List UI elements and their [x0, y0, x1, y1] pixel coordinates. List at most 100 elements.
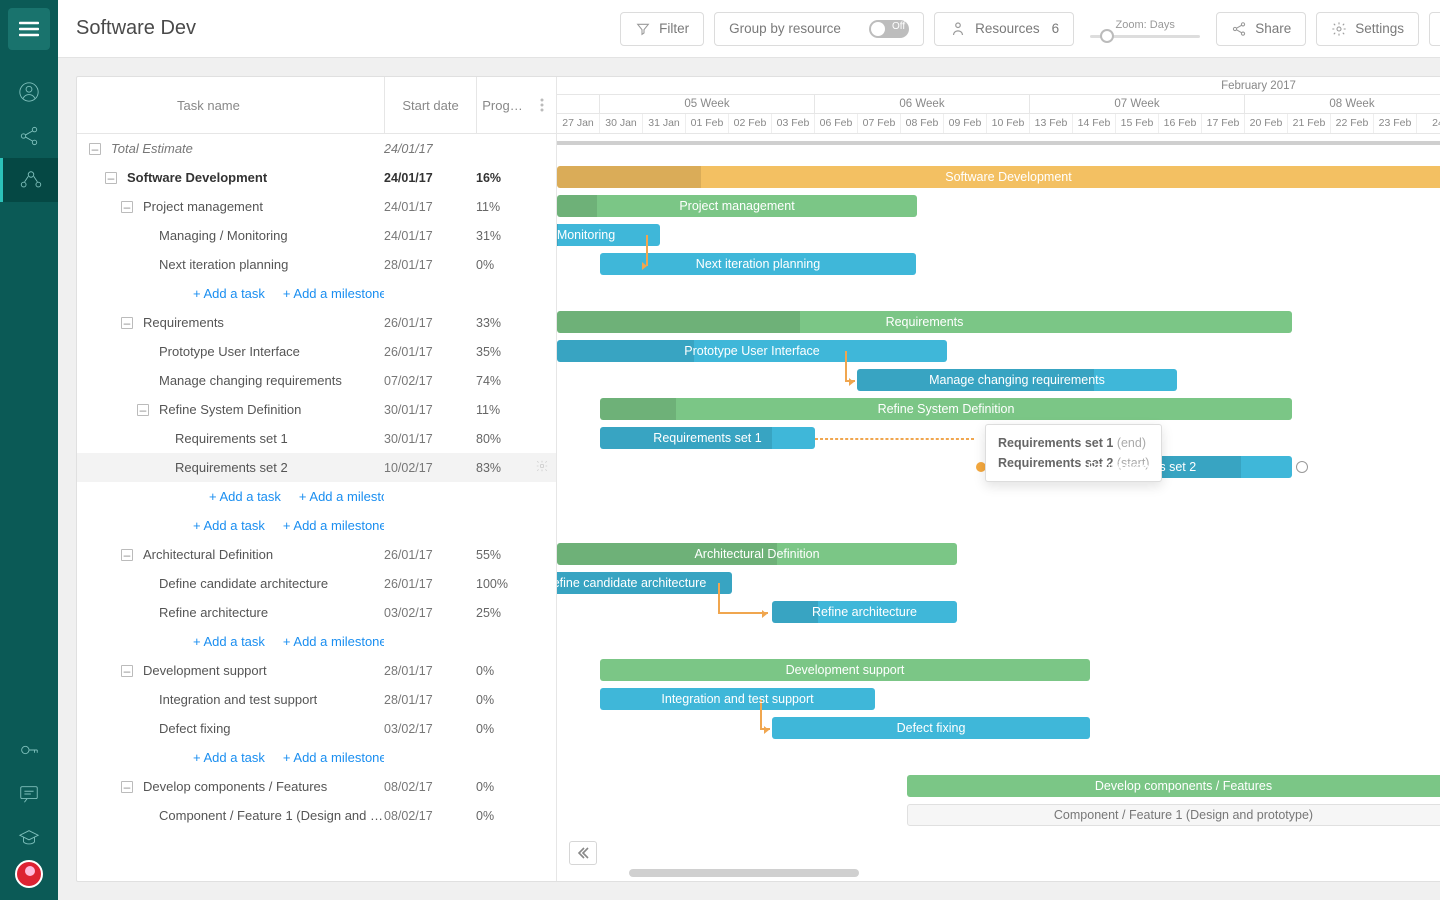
task-progress: 11% — [476, 200, 528, 214]
task-row[interactable]: Prototype User Interface26/01/1735% — [77, 337, 556, 366]
col-menu[interactable] — [528, 77, 556, 133]
collapse-toggle[interactable]: – — [105, 172, 117, 184]
collapse-toggle[interactable]: – — [137, 404, 149, 416]
add-milestone-link[interactable]: + Add a milestone — [283, 518, 384, 533]
task-row[interactable]: Requirements set 210/02/1783% — [77, 453, 556, 482]
task-name: Integration and test support — [159, 692, 317, 707]
task-progress: 74% — [476, 374, 528, 388]
team-nav-icon[interactable] — [0, 158, 58, 202]
task-row[interactable]: –Software Development24/01/1716% — [77, 163, 556, 192]
gantt-bar[interactable]: Manage changing requirements — [857, 369, 1177, 391]
gantt-bar[interactable]: efine candidate architecture — [557, 572, 732, 594]
add-row[interactable]: + Add a task + Add a milestone — [77, 627, 556, 656]
day-cell: 08 Feb — [901, 114, 944, 133]
add-task-link[interactable]: + Add a task — [193, 286, 265, 301]
gantt-bar[interactable]: Project management — [557, 195, 917, 217]
settings-button[interactable]: Settings — [1316, 12, 1419, 46]
gantt-bar-label: efine candidate architecture — [557, 576, 706, 590]
task-row[interactable]: –Project management24/01/1711% — [77, 192, 556, 221]
day-cell: 02 Feb — [729, 114, 772, 133]
gantt-bar[interactable]: Requirements — [557, 311, 1292, 333]
add-task-link[interactable]: + Add a task — [193, 634, 265, 649]
collapse-toggle[interactable]: – — [121, 781, 133, 793]
gantt-bar[interactable]: Defect fixing — [772, 717, 1090, 739]
gantt-bar[interactable]: Refine System Definition — [600, 398, 1292, 420]
task-row[interactable]: –Total Estimate24/01/17 — [77, 134, 556, 163]
task-row[interactable]: Refine architecture03/02/1725% — [77, 598, 556, 627]
gantt-bar[interactable]: Component / Feature 1 (Design and protot… — [907, 804, 1440, 826]
gantt-chart[interactable]: February 2017 05 Week06 Week07 Week08 We… — [557, 77, 1440, 881]
add-task-link[interactable]: + Add a task — [193, 750, 265, 765]
add-row[interactable]: + Add a task + Add a milestone — [77, 279, 556, 308]
scroll-back-button[interactable] — [569, 841, 597, 865]
share-button[interactable]: Share — [1216, 12, 1306, 46]
gantt-bar[interactable]: Monitoring — [557, 224, 660, 246]
zoom-slider[interactable]: Zoom: Days — [1090, 19, 1200, 38]
task-row[interactable]: Managing / Monitoring24/01/1731% — [77, 221, 556, 250]
gantt-bar[interactable]: Prototype User Interface — [557, 340, 947, 362]
group-by-toggle[interactable]: Off — [869, 20, 909, 38]
col-name[interactable]: Task name — [77, 98, 384, 113]
profile-icon[interactable] — [0, 70, 58, 114]
add-milestone-link[interactable]: + Add a milestone — [299, 489, 384, 504]
task-row[interactable]: –Refine System Definition30/01/1711% — [77, 395, 556, 424]
gantt-bar[interactable]: Development support — [600, 659, 1090, 681]
collapse-toggle[interactable]: – — [121, 665, 133, 677]
key-icon[interactable] — [0, 728, 58, 772]
dependency-end-ring[interactable] — [1296, 461, 1308, 473]
task-row[interactable]: –Development support28/01/170% — [77, 656, 556, 685]
task-row[interactable]: Requirements set 130/01/1780% — [77, 424, 556, 453]
gantt-bar[interactable]: Architectural Definition — [557, 543, 957, 565]
task-row[interactable]: –Architectural Definition26/01/1755% — [77, 540, 556, 569]
share-nav-icon[interactable] — [0, 114, 58, 158]
task-name: Architectural Definition — [143, 547, 273, 562]
add-task-link[interactable]: + Add a task — [209, 489, 281, 504]
task-progress: 0% — [476, 809, 528, 823]
task-row[interactable]: Defect fixing03/02/170% — [77, 714, 556, 743]
task-name: Develop components / Features — [143, 779, 327, 794]
chat-icon[interactable] — [0, 772, 58, 816]
add-milestone-link[interactable]: + Add a milestone — [283, 750, 384, 765]
task-row[interactable]: –Requirements26/01/1733% — [77, 308, 556, 337]
gantt-bar[interactable]: Develop components / Features — [907, 775, 1440, 797]
col-progress[interactable]: Prog… — [476, 77, 528, 133]
day-cell: 01 Feb — [686, 114, 729, 133]
row-settings-icon[interactable] — [535, 459, 549, 476]
task-row[interactable]: Define candidate architecture26/01/17100… — [77, 569, 556, 598]
collapse-toggle[interactable]: – — [89, 143, 101, 155]
task-name: Requirements set 1 — [175, 431, 288, 446]
gantt-bar[interactable]: Integration and test support — [600, 688, 875, 710]
task-progress: 0% — [476, 664, 528, 678]
menu-toggle[interactable] — [8, 8, 50, 50]
resources-button[interactable]: Resources 6 — [934, 12, 1074, 46]
filter-button[interactable]: Filter — [620, 12, 704, 46]
gantt-bar-label: Refine architecture — [812, 605, 917, 619]
col-start[interactable]: Start date — [384, 77, 476, 133]
add-milestone-link[interactable]: + Add a milestone — [283, 286, 384, 301]
add-row[interactable]: + Add a task + Add a milestone — [77, 482, 556, 511]
task-start: 10/02/17 — [384, 461, 476, 475]
add-row[interactable]: + Add a task + Add a milestone — [77, 743, 556, 772]
task-row[interactable]: –Develop components / Features08/02/170% — [77, 772, 556, 801]
group-by-button[interactable]: Group by resource Off — [714, 12, 924, 46]
gantt-bar[interactable]: Requirements set 1 — [600, 427, 815, 449]
collapse-toggle[interactable]: – — [121, 317, 133, 329]
horizontal-scrollbar[interactable] — [629, 869, 859, 877]
collapse-toggle[interactable]: – — [121, 201, 133, 213]
task-name: Managing / Monitoring — [159, 228, 288, 243]
task-row[interactable]: Component / Feature 1 (Design and protot… — [77, 801, 556, 830]
task-row[interactable]: Next iteration planning28/01/170% — [77, 250, 556, 279]
add-milestone-link[interactable]: + Add a milestone — [283, 634, 384, 649]
academy-icon[interactable] — [0, 816, 58, 860]
gantt-bar[interactable]: Refine architecture — [772, 601, 957, 623]
day-cell: 15 Feb — [1116, 114, 1159, 133]
add-task-link[interactable]: + Add a task — [193, 518, 265, 533]
user-avatar[interactable] — [15, 860, 43, 888]
task-start: 07/02/17 — [384, 374, 476, 388]
task-row[interactable]: Integration and test support28/01/170% — [77, 685, 556, 714]
gantt-bar[interactable]: Software Development — [557, 166, 1440, 188]
more-button[interactable] — [1429, 12, 1440, 46]
task-row[interactable]: Manage changing requirements07/02/1774% — [77, 366, 556, 395]
add-row[interactable]: + Add a task + Add a milestone — [77, 511, 556, 540]
collapse-toggle[interactable]: – — [121, 549, 133, 561]
